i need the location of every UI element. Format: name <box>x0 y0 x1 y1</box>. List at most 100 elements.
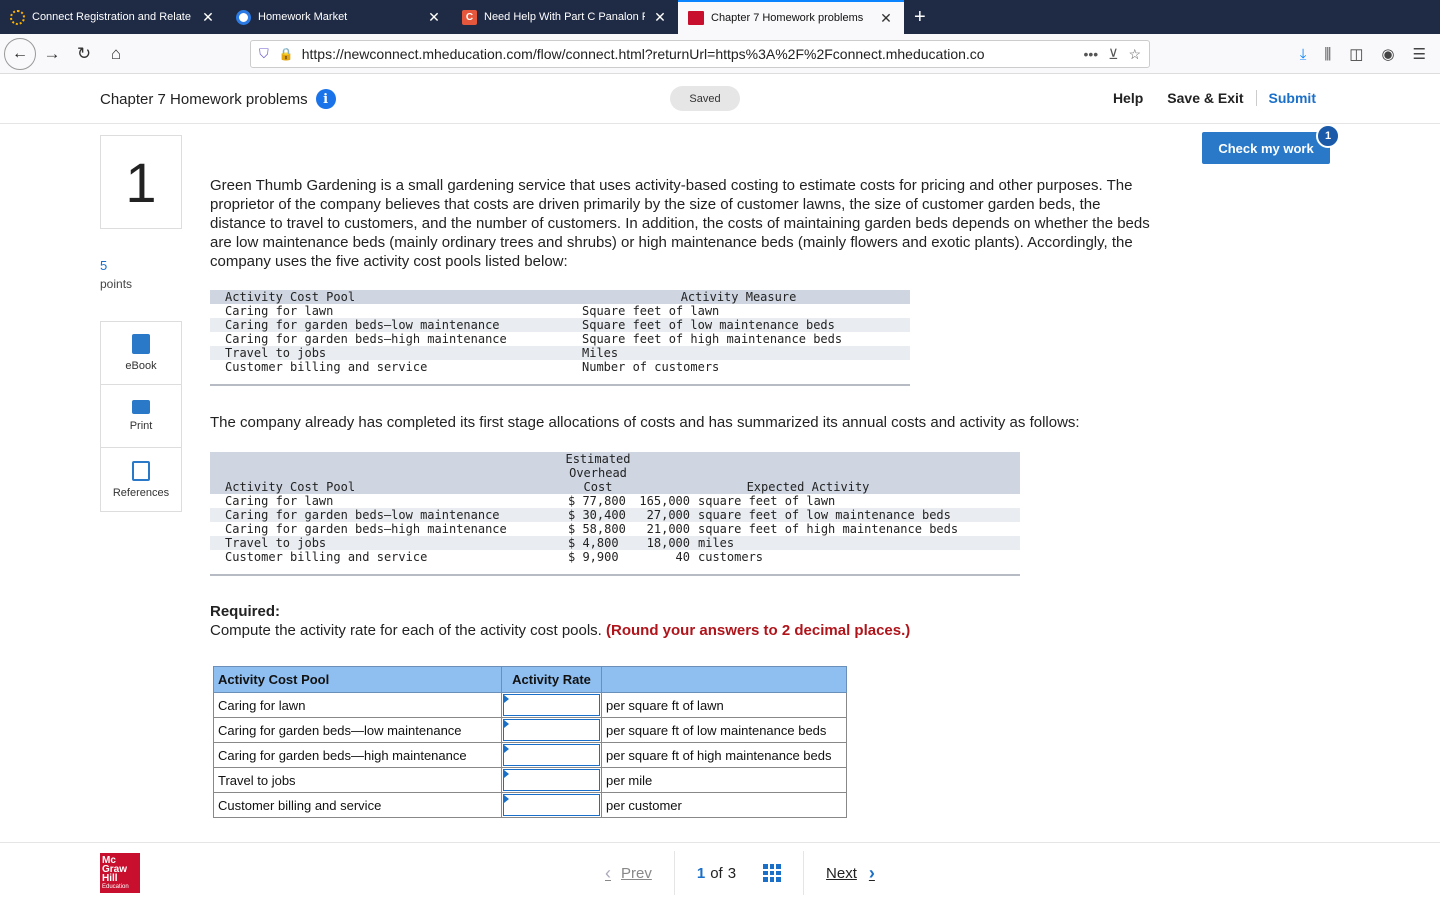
pool-label: Caring for garden beds—low maintenance <box>213 717 502 743</box>
pocket-icon[interactable]: ⊻ <box>1108 46 1118 63</box>
loading-spinner-icon <box>10 9 25 25</box>
assignment-header: Chapter 7 Homework problems i Saved Help… <box>0 74 1440 124</box>
next-button[interactable]: Next › <box>803 851 897 895</box>
summary-intro-text: The company already has completed its fi… <box>210 414 1080 431</box>
table-cell: $ 58,800 <box>568 522 626 536</box>
column-header: Overhead <box>569 466 627 480</box>
tab-close-icon[interactable]: ✕ <box>200 9 216 26</box>
required-text: Compute the activity rate for each of th… <box>210 622 602 639</box>
unit-label: per customer <box>601 792 847 818</box>
ebook-button[interactable]: eBook <box>101 322 181 385</box>
table-row: Customer billing and service Number of c… <box>210 360 910 374</box>
reload-icon[interactable]: ↻ <box>68 44 100 64</box>
table-cell: $ 77,800 <box>568 494 626 508</box>
page-indicator[interactable]: 1 of 3 <box>673 851 803 895</box>
next-label: Next <box>826 864 857 882</box>
back-arrow-icon[interactable]: ← <box>4 37 36 70</box>
grid-view-icon[interactable] <box>763 864 782 882</box>
browser-tab-need-help[interactable]: C Need Help With Part C Panalon F ✕ <box>452 0 678 34</box>
table-header-row: Activity Cost Pool Activity Measure <box>210 290 910 304</box>
library-icon[interactable]: ⫼ <box>1324 46 1331 63</box>
lock-icon[interactable]: 🔒 <box>279 47 294 61</box>
chevron-left-icon: ‹ <box>605 862 611 883</box>
tracking-shield-icon[interactable]: ⛉ <box>259 46 269 62</box>
table-header-line: Overhead <box>210 466 1020 480</box>
references-label: References <box>112 486 170 499</box>
table-cell: square feet of low maintenance beds <box>698 508 951 522</box>
browser-tab-connect-registration[interactable]: Connect Registration and Relate ✕ <box>0 0 226 34</box>
assignment-title: Chapter 7 Homework problems i <box>100 89 336 109</box>
url-text[interactable]: https://newconnect.mheducation.com/flow/… <box>302 46 1084 62</box>
activity-rate-input-low-maintenance[interactable] <box>503 719 600 741</box>
check-my-work-button[interactable]: Check my work <box>1202 132 1330 164</box>
home-icon[interactable]: ⌂ <box>100 44 132 64</box>
sidebar-icon[interactable]: ◫ <box>1349 45 1363 63</box>
table-cell: Square feet of high maintenance beds <box>582 332 843 346</box>
help-button[interactable]: Help <box>1101 90 1155 106</box>
page-actions-icon[interactable]: ••• <box>1083 46 1098 63</box>
logo-line: Hill <box>102 873 118 884</box>
cost-activity-table: Estimated Overhead Activity Cost Pool Co… <box>210 452 1020 576</box>
tab-title: Chapter 7 Homework problems <box>711 12 864 24</box>
info-icon[interactable]: i <box>315 89 336 109</box>
references-button[interactable]: References <box>101 448 181 511</box>
print-label: Print <box>129 420 153 432</box>
table-row: Caring for garden beds–high maintenance … <box>210 332 910 346</box>
activity-rate-input-high-maintenance[interactable] <box>503 744 600 766</box>
tab-title: Need Help With Part C Panalon F <box>484 11 645 23</box>
table-row: Caring for lawn per square ft of lawn <box>213 692 847 718</box>
browser-tab-strip: Connect Registration and Relate ✕ Homewo… <box>0 0 1440 34</box>
input-marker-icon <box>504 745 509 753</box>
save-exit-button[interactable]: Save & Exit <box>1155 90 1255 106</box>
table-cell: Customer billing and service <box>225 360 428 374</box>
prev-button[interactable]: ‹ Prev <box>583 851 674 895</box>
activity-rate-input-billing[interactable] <box>503 794 600 816</box>
question-number: 1 <box>100 135 182 229</box>
points-label: points <box>100 277 133 291</box>
tab-close-icon[interactable]: ✕ <box>878 10 894 27</box>
table-cell: Caring for garden beds–high maintenance <box>225 522 507 536</box>
menu-hamburger-icon[interactable]: ☰ <box>1413 45 1426 63</box>
unit-label: per square ft of high maintenance beds <box>601 742 847 768</box>
chevron-right-icon: › <box>868 862 875 883</box>
required-instructions: Compute the activity rate for each of th… <box>210 622 910 639</box>
table-cell: Caring for garden beds–low maintenance <box>225 318 500 332</box>
print-button[interactable]: Print <box>101 385 181 448</box>
column-header: Activity Measure <box>680 290 797 304</box>
question-tools: eBook Print References <box>100 321 182 512</box>
submit-button[interactable]: Submit <box>1255 90 1328 106</box>
new-tab-button[interactable]: + <box>904 0 936 34</box>
browser-tab-chapter-7[interactable]: Chapter 7 Homework problems ✕ <box>678 0 904 34</box>
download-icon[interactable]: ⤓ <box>1300 46 1307 63</box>
tab-close-icon[interactable]: ✕ <box>652 9 668 26</box>
required-heading: Required: <box>210 603 281 620</box>
saved-status-badge: Saved <box>670 86 740 111</box>
tab-close-icon[interactable]: ✕ <box>426 9 442 26</box>
column-header: Activity Rate <box>501 666 602 693</box>
tab-title: Homework Market <box>258 11 348 23</box>
activity-rate-input-lawn[interactable] <box>503 694 600 716</box>
table-cell: Miles <box>582 346 619 360</box>
table-cell: Travel to jobs <box>225 536 327 550</box>
browser-tab-homework-market[interactable]: Homework Market ✕ <box>226 0 452 34</box>
mcgraw-hill-logo: Mc Graw Hill Education <box>100 853 140 893</box>
table-header-line: Activity Cost Pool Cost Expected Activit… <box>210 480 1020 494</box>
ebook-label: eBook <box>125 360 157 372</box>
table-header-line: Estimated <box>210 452 1020 466</box>
address-bar[interactable]: ⛉ 🔒 https://newconnect.mheducation.com/f… <box>250 40 1150 68</box>
column-header: Expected Activity <box>746 480 870 494</box>
account-icon[interactable]: ◉ <box>1381 45 1394 63</box>
bookmark-star-icon[interactable]: ☆ <box>1128 46 1141 63</box>
activity-rate-input-travel[interactable] <box>503 769 600 791</box>
column-header: Activity Cost Pool <box>225 480 356 494</box>
question-intro-text: Green Thumb Gardening is a small gardeni… <box>210 177 1150 270</box>
table-cell: $ 9,900 <box>568 550 619 564</box>
table-row: Travel to jobs $ 4,800 18,000 miles <box>210 536 1020 550</box>
points-value: 5 <box>100 258 108 273</box>
table-row: Caring for garden beds—high maintenance … <box>213 742 847 768</box>
table-cell: Caring for garden beds–high maintenance <box>225 332 507 346</box>
table-cell: Caring for garden beds–low maintenance <box>225 508 500 522</box>
unit-label: per square ft of low maintenance beds <box>601 717 847 743</box>
forward-arrow-icon[interactable]: → <box>36 44 68 64</box>
pool-label: Caring for lawn <box>213 692 502 718</box>
